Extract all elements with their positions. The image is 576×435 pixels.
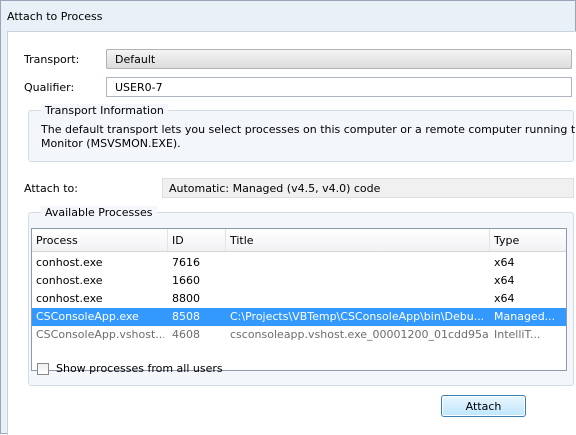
attach-to-label: Attach to: [24, 182, 78, 195]
transport-label: Transport: [24, 53, 80, 66]
process-type: x64 [494, 292, 515, 305]
qualifier-label: Qualifier: [24, 81, 75, 94]
process-id: 8800 [172, 292, 200, 305]
process-type: x64 [494, 274, 515, 287]
transport-information-group [28, 110, 574, 162]
process-name: conhost.exe [36, 292, 103, 305]
process-id: 7616 [172, 256, 200, 269]
process-type: IntelliT... [494, 328, 541, 341]
process-id: 4608 [172, 328, 200, 341]
process-list[interactable]: Process ID Title Type conhost.exe 7616 x… [31, 228, 567, 371]
process-id: 8508 [172, 310, 200, 323]
attach-to-field[interactable]: Automatic: Managed (v4.5, v4.0) code [162, 178, 574, 198]
transport-dropdown[interactable]: Default [106, 49, 572, 69]
process-title: csconsoleapp.vshost.exe_00001200_01cdd95… [230, 328, 488, 341]
column-title[interactable]: Title [226, 229, 490, 251]
process-type: Managed... [494, 310, 556, 323]
process-name: conhost.exe [36, 256, 103, 269]
show-all-users-checkbox[interactable] [37, 363, 49, 375]
process-name: CSConsoleApp.vshost.... [36, 328, 164, 341]
column-type[interactable]: Type [490, 229, 566, 251]
attach-to-process-dialog: Attach to Process Transport: Default Qua… [0, 0, 576, 435]
window-title: Attach to Process [7, 10, 103, 23]
process-name: CSConsoleApp.exe [36, 310, 139, 323]
process-row[interactable]: CSConsoleApp.vshost.... 4608 csconsoleap… [32, 326, 566, 344]
process-title: C:\Projects\VBTemp\CSConsoleApp\bin\Debu… [230, 310, 485, 323]
process-row[interactable]: conhost.exe 7616 x64 [32, 254, 566, 272]
process-list-header: Process ID Title Type [32, 229, 566, 252]
process-row[interactable]: conhost.exe 1660 x64 [32, 272, 566, 290]
title-bar[interactable]: Attach to Process [1, 1, 575, 31]
process-row[interactable]: conhost.exe 8800 x64 [32, 290, 566, 308]
process-name: conhost.exe [36, 274, 103, 287]
process-row-selected[interactable]: CSConsoleApp.exe 8508 C:\Projects\VBTemp… [32, 308, 566, 326]
transport-information-title: Transport Information [41, 104, 168, 117]
transport-information-line2: Monitor (MSVSMON.EXE). [41, 137, 181, 150]
column-process[interactable]: Process [32, 229, 168, 251]
process-type: x64 [494, 256, 515, 269]
available-processes-title: Available Processes [41, 206, 157, 219]
transport-information-line1: The default transport lets you select pr… [41, 123, 576, 136]
show-all-users-label[interactable]: Show processes from all users [56, 362, 223, 375]
qualifier-input[interactable]: USER0-7 [106, 77, 572, 97]
attach-button[interactable]: Attach [441, 395, 526, 417]
process-id: 1660 [172, 274, 200, 287]
column-id[interactable]: ID [168, 229, 226, 251]
